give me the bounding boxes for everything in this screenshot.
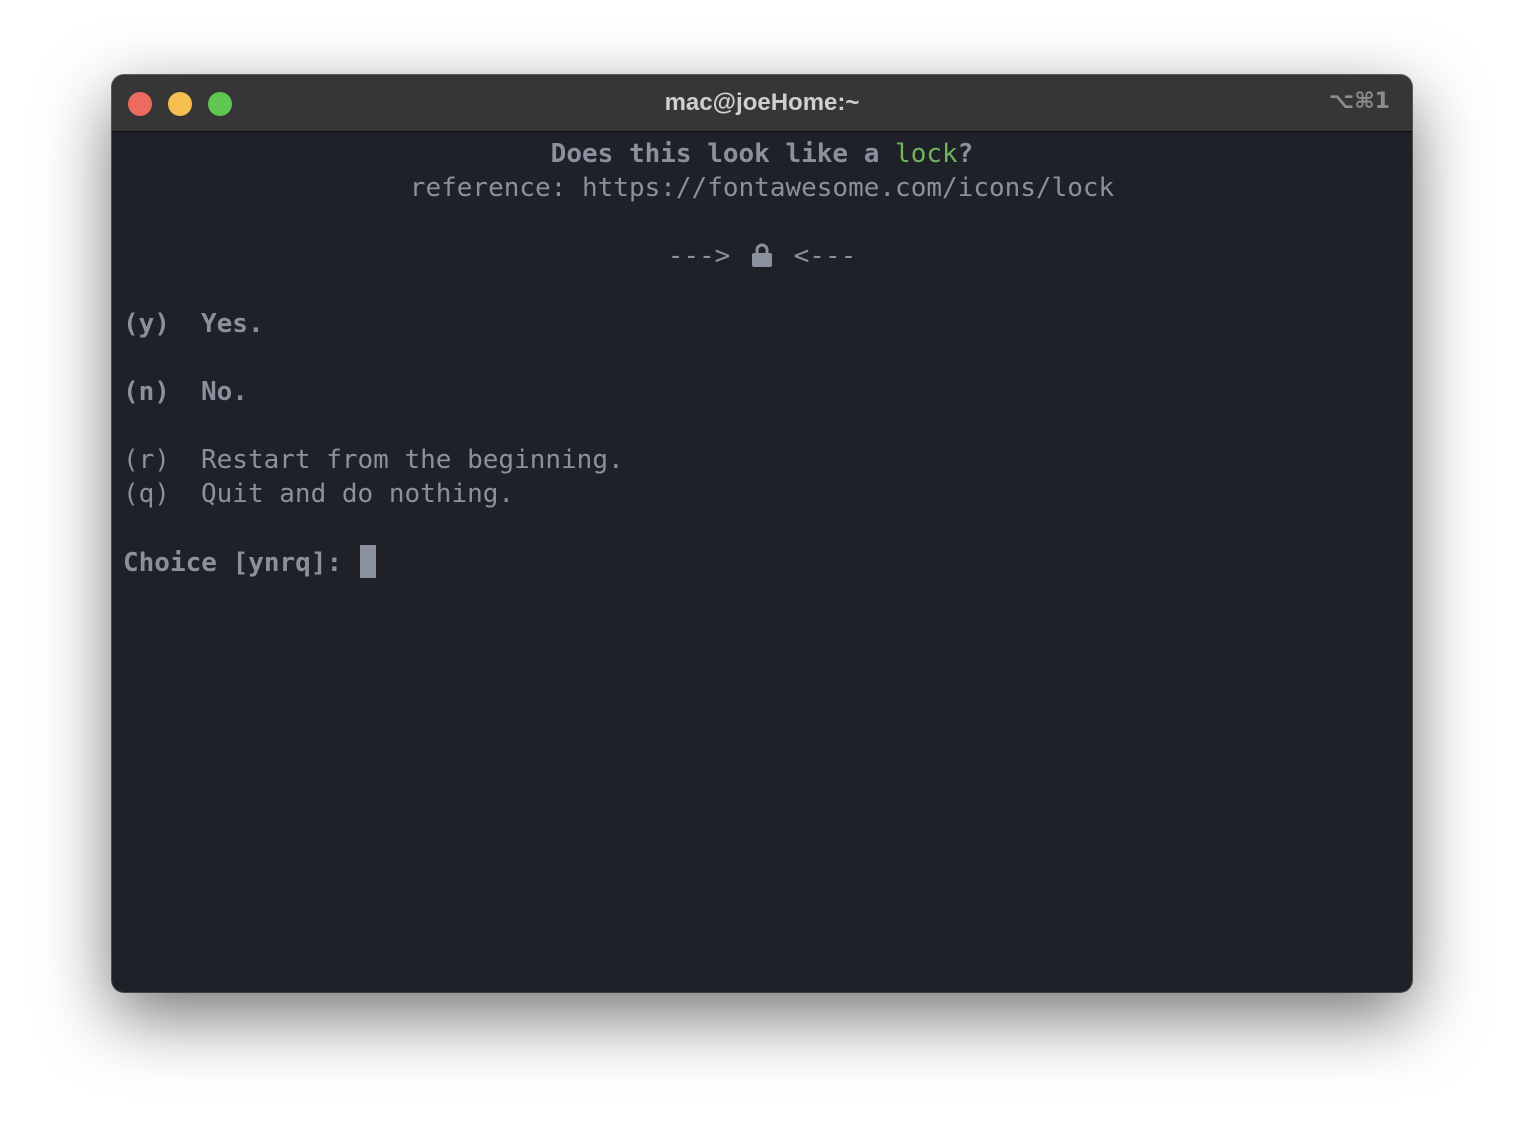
option-key: (n) <box>123 377 170 407</box>
window-title: mac@joeHome:~ <box>664 89 860 116</box>
option-no: (n) No. <box>123 375 248 409</box>
choice-prompt[interactable]: Choice [ynrq]: <box>123 545 376 579</box>
option-yes: (y) Yes. <box>123 307 264 341</box>
arrow-left: ---> <box>667 241 731 271</box>
option-label: No. <box>201 377 248 407</box>
question-line: Does this look like a lock? <box>123 137 1401 171</box>
option-key: (r) <box>123 445 170 475</box>
reference-line: reference: https://fontawesome.com/icons… <box>409 173 1115 203</box>
title-bar: mac@joeHome:~ ⌥⌘1 <box>112 75 1412 132</box>
option-quit: (q) Quit and do nothing. <box>123 477 514 511</box>
option-label: Quit and do nothing. <box>201 479 515 509</box>
option-label: Restart from the beginning. <box>201 445 624 475</box>
option-key: (y) <box>123 309 170 339</box>
lock-icon <box>752 242 772 267</box>
prompt-text: Choice [ynrq]: <box>123 548 358 578</box>
option-restart: (r) Restart from the beginning. <box>123 443 624 477</box>
option-label: Yes. <box>201 309 264 339</box>
option-key: (q) <box>123 479 170 509</box>
question-word: lock <box>895 139 958 169</box>
question-prefix: Does this look like a <box>550 139 896 169</box>
text-cursor <box>359 545 376 578</box>
arrow-right: <--- <box>793 241 857 271</box>
terminal-content[interactable]: Does this look like a lock? reference: h… <box>123 132 1401 992</box>
icon-preview-line: ---> <--- <box>123 239 1401 273</box>
question-suffix: ? <box>957 139 974 169</box>
window-shortcut: ⌥⌘1 <box>1328 89 1390 114</box>
terminal-window: mac@joeHome:~ ⌥⌘1 Does this look like a … <box>112 75 1412 992</box>
